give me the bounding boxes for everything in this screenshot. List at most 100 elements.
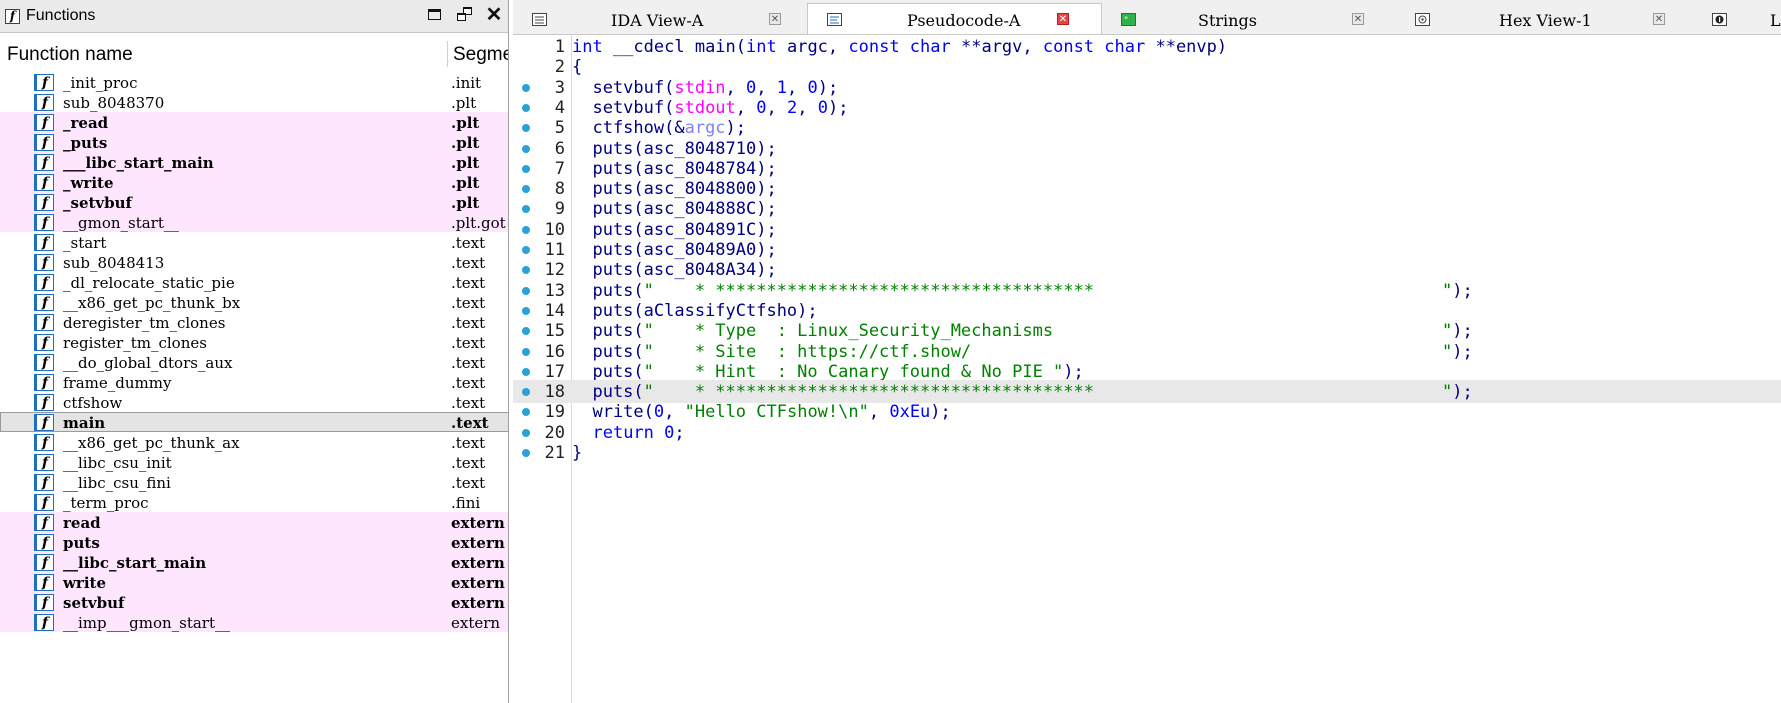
function-name: __x86_get_pc_thunk_bx [63,294,241,312]
function-row[interactable]: f __libc_csu_init .text [0,452,508,472]
tab-pseudocode-a[interactable]: Pseudocode-A ✕ [807,3,1102,34]
function-list: f _init_proc .init f sub_8048370 .plt f _read .p… [0,72,508,632]
float-window-icon[interactable] [456,6,472,22]
code-token: 0 [746,77,757,98]
function-row[interactable]: f __libc_start_main extern [0,552,508,572]
breakpoint-dot-icon[interactable] [522,327,530,336]
function-segment: .text [451,454,486,472]
code-token: puts(asc_8048710); [572,138,777,159]
function-icon: f [34,374,54,391]
breakpoint-dot-icon[interactable] [522,103,530,112]
function-icon: f [34,314,54,331]
code-token: " * ************************************… [643,382,1453,403]
function-row[interactable]: f setvbuf extern [0,592,508,612]
code-token: puts(asc_80489A0); [572,240,777,260]
code-token: ); [725,118,747,139]
function-segment: .text [451,414,489,432]
breakpoint-dot-icon[interactable] [522,246,530,254]
code-token: 0xEu [889,402,931,423]
tab-ida-view-a[interactable]: IDA View-A ✕ [513,4,807,34]
function-row[interactable]: f _write .plt [0,172,508,192]
code-token: __cdecl main( [602,37,747,57]
breakpoint-dot-icon[interactable] [522,164,530,173]
breakpoint-dot-icon[interactable] [522,144,530,153]
function-row[interactable]: f puts extern [0,532,508,552]
code-token: puts( [572,321,644,342]
code-token: setvbuf( [572,97,675,118]
line-number: 2 [554,57,565,78]
editor-area: IDA View-A ✕ Pseudocode-A ✕ " Strings ✕ … [513,0,1781,703]
tab-close-icon[interactable]: ✕ [1352,13,1364,25]
function-row[interactable]: f main .text [0,412,508,432]
pseudocode-icon [827,13,842,26]
function-row[interactable]: f __x86_get_pc_thunk_ax .text [0,432,508,452]
code-token: puts(asc_8048784); [572,158,777,179]
function-row[interactable]: f sub_8048370 .plt [0,92,508,112]
breakpoint-dot-icon[interactable] [522,347,530,356]
function-row[interactable]: f __do_global_dtors_aux .text [0,352,508,372]
function-segment: .text [451,374,486,392]
function-row[interactable]: f _dl_relocate_static_pie .text [0,272,508,292]
code-text: puts(" * Hint : No Canary found & No PIE… [572,362,1083,382]
function-row[interactable]: f deregister_tm_clones .text [0,312,508,332]
function-icon: f [34,414,54,431]
function-row[interactable]: f read extern [0,512,508,532]
column-divider[interactable] [447,41,448,67]
tab-close-icon[interactable]: ✕ [1653,13,1665,25]
breakpoint-dot-icon[interactable] [522,428,530,437]
tab-close-icon[interactable]: ✕ [769,13,781,25]
tab-strings[interactable]: " Strings ✕ [1102,4,1396,34]
code-text: { [572,57,582,77]
function-row[interactable]: f register_tm_clones .text [0,332,508,352]
function-icon: f [34,174,54,191]
tab-close-icon[interactable]: ✕ [1057,13,1069,25]
function-row[interactable]: f _init_proc .init [0,72,508,92]
function-row[interactable]: f _read .plt [0,112,508,132]
function-row[interactable]: f ctfshow .text [0,392,508,412]
breakpoint-dot-icon[interactable] [522,367,530,376]
function-icon: f [34,114,54,131]
function-row[interactable]: f _setvbuf .plt [0,192,508,212]
pseudocode-view[interactable]: 1 int __cdecl main(int argc, const char *… [513,34,1781,703]
function-row[interactable]: f _start .text [0,232,508,252]
breakpoint-dot-icon[interactable] [522,185,530,194]
code-text: return 0; [572,423,684,443]
column-segment[interactable]: Segme [453,44,508,66]
function-icon: f [34,554,54,571]
function-name: __libc_start_main [63,554,207,572]
tab-label: Pseudocode-A [907,11,1021,30]
column-function-name[interactable]: Function name [7,44,133,66]
function-segment: extern [451,534,505,552]
function-row[interactable]: f __x86_get_pc_thunk_bx .text [0,292,508,312]
close-icon[interactable]: ✕ [486,4,503,26]
function-row[interactable]: f _puts .plt [0,132,508,152]
breakpoint-dot-icon[interactable] [522,306,530,315]
function-name: _setvbuf [63,194,132,212]
function-row[interactable]: f __libc_csu_fini .text [0,472,508,492]
function-row[interactable]: f sub_8048413 .text [0,252,508,272]
breakpoint-dot-icon[interactable] [522,225,530,234]
function-name: write [63,574,106,592]
function-row[interactable]: f _term_proc .fini [0,492,508,512]
breakpoint-dot-icon[interactable] [522,205,530,214]
function-segment: extern [451,514,505,532]
function-row[interactable]: f __imp___gmon_start__ extern [0,612,508,632]
breakpoint-dot-icon[interactable] [522,388,530,397]
breakpoint-dot-icon[interactable] [522,286,530,295]
breakpoint-dot-icon[interactable] [522,266,530,275]
function-row[interactable]: f ___libc_start_main .plt [0,152,508,172]
breakpoint-dot-icon[interactable] [522,408,530,417]
function-row[interactable]: f __gmon_start__ .plt.got [0,212,508,232]
breakpoint-dot-icon[interactable] [522,83,530,92]
tab-l[interactable]: L [1690,4,1781,34]
code-token: puts( [572,280,644,301]
breakpoint-dot-icon[interactable] [522,449,530,457]
function-row[interactable]: f write extern [0,572,508,592]
code-text: puts(" * *******************************… [572,280,1472,301]
function-row[interactable]: f frame_dummy .text [0,372,508,392]
breakpoint-dot-icon[interactable] [522,124,530,133]
tab-hex-view-1[interactable]: Hex View-1 ✕ [1396,4,1690,34]
code-line[interactable]: 21} [513,441,1781,464]
maximize-icon[interactable] [426,6,442,22]
functions-titlebar[interactable]: f Functions ✕ [0,0,508,33]
